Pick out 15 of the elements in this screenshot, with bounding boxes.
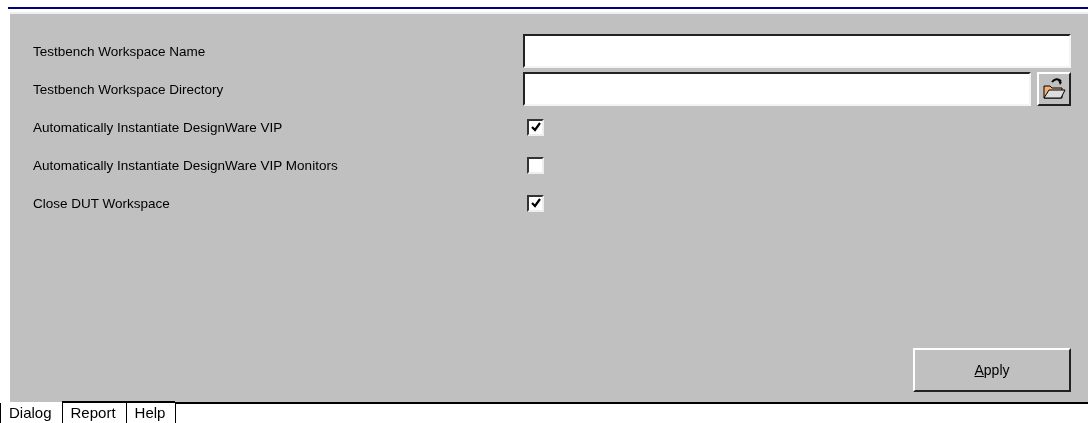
checkbox-label: Automatically Instantiate DesignWare VIP Monitors [33,157,339,173]
tab[interactable]: Report [61,401,126,423]
checkbox-label: Automatically Instantiate DesignWare VIP [33,119,284,135]
tab[interactable]: Help [125,401,176,423]
checkbox-label: Close DUT Workspace [33,195,171,211]
field-label: Testbench Workspace Directory [33,81,225,97]
apply-button[interactable]: Apply [913,348,1071,392]
field-label: Testbench Workspace Name [33,43,207,59]
text-field[interactable] [523,72,1031,106]
folder-browse-button[interactable] [1037,72,1071,106]
folder-icon [1042,76,1066,102]
checkbox[interactable] [527,194,544,212]
text-field[interactable] [523,34,1071,68]
checkbox[interactable] [527,156,544,174]
checkbox[interactable] [527,118,544,136]
